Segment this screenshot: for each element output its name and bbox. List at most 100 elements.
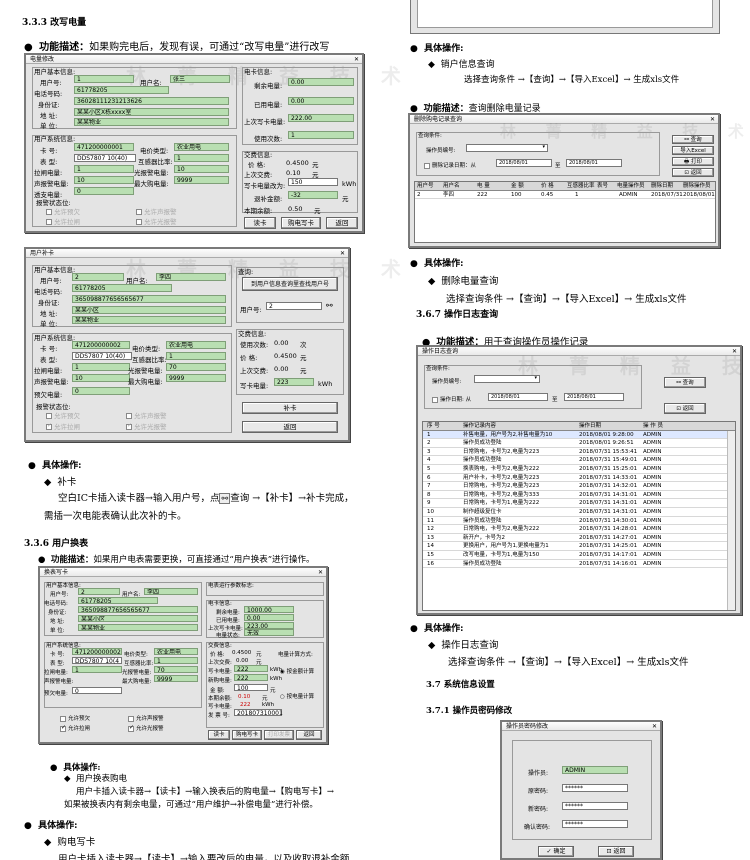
- table-row[interactable]: 10 制作超级复位卡 2018/07/31 14:31:01 ADMIN: [423, 508, 735, 517]
- amount-input[interactable]: 100: [234, 684, 268, 692]
- table-row[interactable]: 6 用户补卡，卡号为2,电量为223 2018/07/31 14:33:01 ADMI…: [423, 474, 735, 483]
- id-field[interactable]: 365098877656565677: [78, 606, 198, 613]
- price-type-field[interactable]: 农业用电: [154, 648, 198, 655]
- user-no-field[interactable]: 1: [74, 75, 134, 83]
- light-alarm-field[interactable]: 10: [174, 165, 229, 173]
- query-button[interactable]: ⚯ 查询: [664, 377, 706, 388]
- query-user-input[interactable]: 2: [266, 302, 322, 310]
- invoice-input[interactable]: 201807310001: [234, 709, 283, 717]
- table-row[interactable]: 13 新开户，卡号为2 2018/07/31 14:27:01 ADMIN: [423, 534, 735, 543]
- print-invoice-button[interactable]: 打印发票: [264, 730, 294, 740]
- meter-type-select[interactable]: DDS7807 10(40): [72, 352, 132, 360]
- back-button[interactable]: 返回: [296, 730, 322, 740]
- table-row[interactable]: 12 日常购电，卡号为2,电量为222 2018/07/31 14:28:01 ADM…: [423, 525, 735, 534]
- table-row[interactable]: 3 日常购电，卡号为2,电量为223 2018/07/31 15:53:41 ADMI…: [423, 448, 735, 457]
- table-row[interactable]: 4 操作员成功登陆 2018/07/31 15:49:01 ADMIN: [423, 456, 735, 465]
- checkbox-3[interactable]: 允许拉闸: [46, 421, 80, 431]
- ct-ratio-field[interactable]: 1: [174, 154, 229, 162]
- user-no-field[interactable]: 2: [72, 273, 124, 281]
- address-field[interactable]: 某某小区X栋xxxx室: [74, 108, 229, 116]
- table-row[interactable]: 16 操作员成功登陆 2018/07/31 14:16:01 ADMIN: [423, 560, 735, 569]
- max-field[interactable]: 9999: [166, 374, 226, 382]
- id-field[interactable]: 365098877656565677: [72, 295, 226, 303]
- write-card-button[interactable]: 购电写卡: [281, 217, 321, 229]
- date-to-input[interactable]: 2018/08/01: [564, 393, 624, 401]
- table-row[interactable]: 7 日常购电，卡号为2,电量为223 2018/07/31 14:32:01 ADMI…: [423, 482, 735, 491]
- overdraft-field[interactable]: 0: [72, 387, 130, 395]
- table-row[interactable]: 8 日常购电，卡号为2,电量为333 2018/07/31 14:31:01 ADMI…: [423, 491, 735, 500]
- refund-field[interactable]: -32: [288, 191, 338, 199]
- user-no-field[interactable]: 2: [78, 588, 120, 595]
- date-checkbox[interactable]: 删除记录日期：从: [424, 161, 476, 169]
- checkbox-1[interactable]: 允许预欠: [46, 206, 80, 216]
- checkbox-4[interactable]: 允许光报警: [126, 421, 167, 431]
- checkbox-4[interactable]: 允许光报警: [136, 216, 177, 226]
- card-field[interactable]: 471200000001: [74, 143, 134, 151]
- write-field[interactable]: 223: [274, 378, 314, 386]
- overdraft-field[interactable]: 0: [74, 187, 134, 195]
- confirm-password-input[interactable]: ******: [562, 820, 628, 828]
- ok-button[interactable]: ✓ 确定: [538, 846, 574, 857]
- light-alarm-field[interactable]: 70: [154, 666, 198, 673]
- user-name-field[interactable]: 李四: [144, 588, 198, 595]
- light-alarm-field[interactable]: 70: [166, 363, 226, 371]
- operator-select[interactable]: ▾: [466, 144, 548, 152]
- old-password-input[interactable]: ******: [562, 784, 628, 792]
- table-row[interactable]: 2 李四 222 100 0.45 1 ADMIN 2018/07/31 201…: [415, 190, 715, 200]
- table-row[interactable]: 11 操作员成功登陆 2018/07/31 14:30:01 ADMIN: [423, 517, 735, 526]
- radio-amount[interactable]: ◉ 按金额计算: [280, 667, 314, 675]
- checkbox-3[interactable]: 允许拉闸: [60, 724, 90, 732]
- table-row[interactable]: 1 补售电量，用户号为2,补售电量为10 2018/08/01 9:28:00 ADM…: [423, 430, 735, 440]
- checkbox-3[interactable]: 允许拉闸: [46, 216, 80, 226]
- back-button[interactable]: 返回: [326, 217, 358, 229]
- meter-type-select[interactable]: DDS7807 10(4: [72, 657, 122, 665]
- address-field[interactable]: 某某小区: [72, 306, 226, 314]
- write-field[interactable]: 222: [234, 665, 268, 672]
- id-field[interactable]: 36028111231213626: [74, 97, 229, 105]
- date-from-input[interactable]: 2018/08/01: [496, 159, 552, 167]
- max-field[interactable]: 9999: [174, 176, 229, 184]
- sound-alarm-field[interactable]: 10: [74, 176, 134, 184]
- operator-field[interactable]: ADMIN: [562, 766, 628, 774]
- reissue-button[interactable]: 补卡: [242, 402, 338, 414]
- trip-field[interactable]: 1: [72, 363, 130, 371]
- scrollbar[interactable]: [727, 431, 735, 610]
- table-row[interactable]: 5 换表购电，卡号为2,电量为222 2018/07/31 15:25:01 ADMI…: [423, 465, 735, 474]
- query-button[interactable]: ⚯ 查询: [672, 135, 714, 144]
- checkbox-1[interactable]: 允许预欠: [60, 714, 90, 722]
- find-user-button[interactable]: 到用户信息查询里查找用户号: [242, 277, 338, 291]
- radio-energy[interactable]: ○ 按电量计算: [280, 692, 314, 700]
- table-row[interactable]: 15 改写电量，卡号为1,电量为150 2018/07/31 14:17:01 ADM…: [423, 551, 735, 560]
- export-excel-button[interactable]: 导入Excel: [672, 146, 714, 155]
- price-type-field[interactable]: 农业用电: [166, 341, 226, 349]
- checkbox-2[interactable]: 允许声报警: [136, 206, 177, 216]
- checkbox-2[interactable]: 允许声报警: [126, 410, 167, 420]
- address-field[interactable]: 某某小区: [78, 615, 198, 622]
- max-field[interactable]: 9999: [154, 675, 198, 682]
- print-button[interactable]: 🖶 打印: [672, 157, 714, 166]
- last-write-field[interactable]: 223.00: [244, 622, 294, 629]
- close-icon[interactable]: ✕: [318, 568, 323, 577]
- unit-field[interactable]: 某某物业: [78, 624, 198, 631]
- remaining-field[interactable]: 1000.00: [244, 606, 294, 613]
- ct-ratio-field[interactable]: 1: [166, 352, 226, 360]
- unit-field[interactable]: 某某物业: [72, 316, 226, 324]
- operator-select[interactable]: ▾: [474, 375, 540, 383]
- back-button[interactable]: ⊡ 返回: [664, 403, 706, 414]
- sound-alarm-field[interactable]: 10: [72, 374, 130, 382]
- card-field[interactable]: 471200000002: [72, 648, 122, 655]
- phone-field[interactable]: 61778205: [74, 86, 169, 94]
- date-to-input[interactable]: 2018/08/01: [566, 159, 622, 167]
- used-field[interactable]: 0.00: [244, 614, 294, 621]
- user-name-field[interactable]: 张三: [170, 75, 230, 83]
- card-field[interactable]: 471200000002: [72, 341, 130, 349]
- user-name-field[interactable]: 李四: [156, 273, 226, 281]
- read-card-button[interactable]: 读卡: [208, 730, 230, 740]
- binoculars-icon[interactable]: ⚯: [326, 301, 333, 310]
- table-row[interactable]: 9 日常购电，卡号为1,电量为222 2018/07/31 14:31:01 ADMI…: [423, 499, 735, 508]
- table-row[interactable]: 2 操作员成功登陆 2018/08/01 9:26:51 ADMIN: [423, 439, 735, 448]
- back-button[interactable]: ⊡ 返回: [672, 168, 714, 177]
- unit-field[interactable]: 某某物业: [74, 118, 229, 126]
- ct-ratio-field[interactable]: 1: [154, 657, 198, 664]
- phone-field[interactable]: 61778205: [78, 597, 158, 604]
